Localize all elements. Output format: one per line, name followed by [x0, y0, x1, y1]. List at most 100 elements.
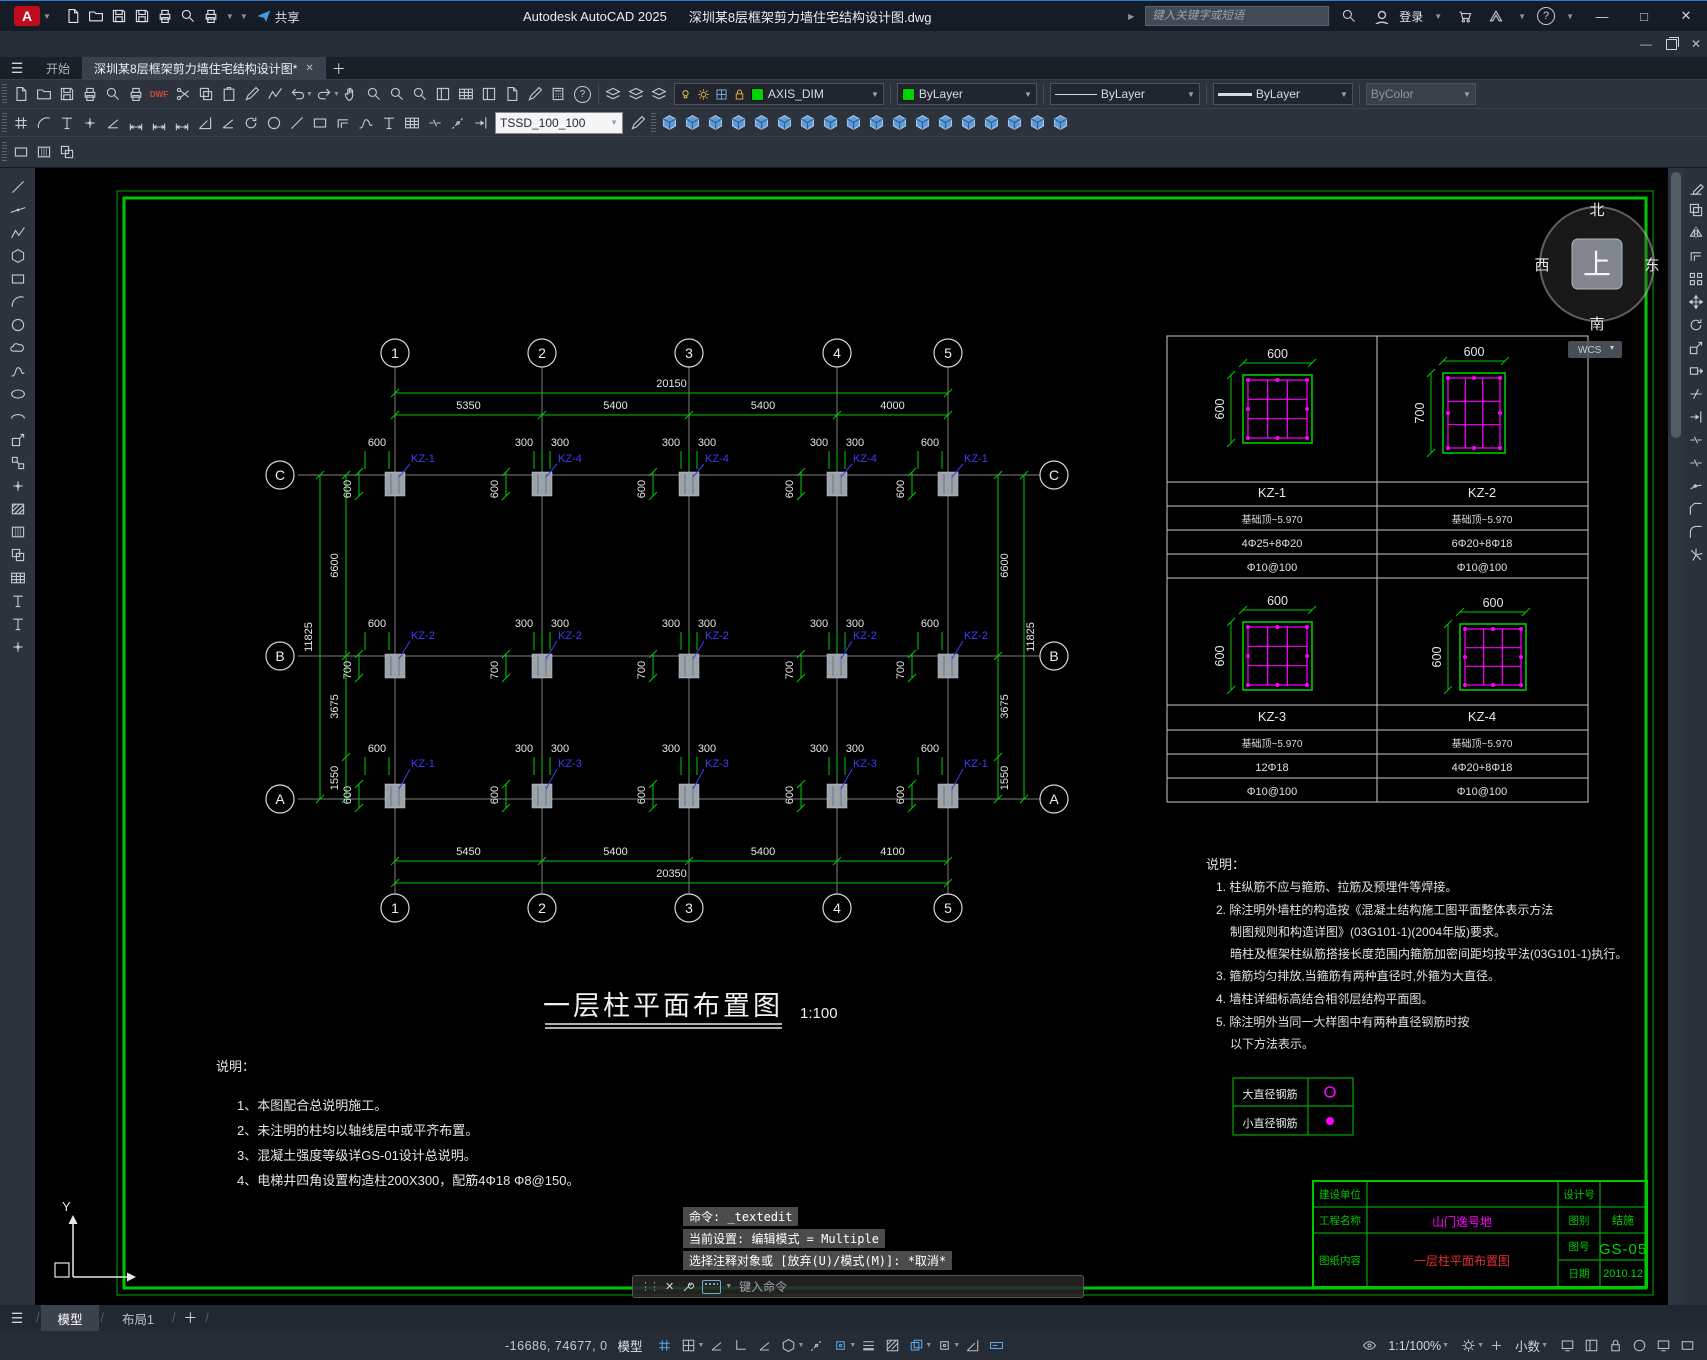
tssd-check-icon[interactable] — [1026, 112, 1049, 134]
dwf-icon[interactable]: DWF — [147, 83, 171, 105]
tssd-copy-icon[interactable] — [681, 112, 704, 134]
tssd-move-icon[interactable] — [658, 112, 681, 134]
dynamic-input-icon[interactable] — [984, 1335, 1008, 1357]
dynamic-ucs-icon[interactable] — [960, 1335, 984, 1357]
hamburger-menu-icon[interactable]: ☰ — [0, 57, 34, 79]
column-insert-icon[interactable] — [308, 112, 331, 134]
tab-close-icon[interactable]: ✕ — [305, 63, 313, 74]
dim-diameter-icon[interactable] — [262, 112, 285, 134]
layer-dropdown[interactable]: AXIS_DIM ▼ — [674, 83, 884, 105]
polyline-icon[interactable] — [6, 222, 29, 244]
dim-continue-icon[interactable] — [147, 112, 170, 134]
new-icon[interactable] — [9, 83, 32, 105]
redo-caret-icon[interactable]: ▼ — [333, 91, 340, 98]
compass-south-label[interactable]: 南 — [1589, 316, 1604, 333]
layer-isolate-icon[interactable] — [648, 83, 671, 105]
tssd-export-icon[interactable] — [1049, 112, 1072, 134]
command-recent-caret-icon[interactable]: ▼ — [725, 1283, 732, 1290]
doc-close-button[interactable]: ✕ — [1691, 37, 1701, 51]
wall-line-icon[interactable] — [331, 112, 354, 134]
annotation-autoscale-icon[interactable] — [1484, 1335, 1508, 1357]
spline-icon[interactable] — [6, 360, 29, 382]
maximize-button[interactable]: □ — [1623, 1, 1665, 31]
point-icon[interactable] — [6, 475, 29, 497]
tssd-rotate-icon[interactable] — [796, 112, 819, 134]
tab-model[interactable]: 模型 — [41, 1305, 98, 1331]
dim-baseline-icon[interactable] — [170, 112, 193, 134]
plot-preview-icon[interactable] — [101, 83, 124, 105]
new-layout-button[interactable]: ＋ — [177, 1308, 203, 1328]
open-icon[interactable] — [32, 83, 55, 105]
layer-states-icon[interactable] — [625, 83, 648, 105]
ellipse-arc-icon[interactable] — [6, 406, 29, 428]
tssd-paste-icon[interactable] — [704, 112, 727, 134]
trim-icon[interactable] — [1684, 383, 1707, 405]
layer-on-bulb-icon[interactable] — [679, 87, 693, 101]
plot-icon[interactable] — [154, 5, 177, 27]
tab-document[interactable]: 深圳某8层框架剪力墙住宅结构设计图* ✕ — [82, 57, 326, 79]
gradient-icon[interactable] — [6, 521, 29, 543]
beam-line-icon[interactable] — [285, 112, 308, 134]
command-line-bar[interactable]: ⋮⋮ ✕ ▼ 键入命令 — [632, 1275, 1084, 1298]
command-bar-grip[interactable]: ⋮⋮ — [640, 1280, 658, 1293]
search-icon[interactable] — [1337, 5, 1360, 27]
revision-cloud-icon[interactable] — [6, 337, 29, 359]
coord-label-icon[interactable] — [78, 112, 101, 134]
dim-radius-icon[interactable] — [239, 112, 262, 134]
layer-unlock-icon[interactable] — [733, 87, 747, 101]
dim-angular-icon[interactable] — [216, 112, 239, 134]
compass-west-label[interactable]: 西 — [1534, 257, 1549, 274]
close-button[interactable]: ✕ — [1665, 1, 1707, 31]
application-menu-button[interactable]: A — [14, 6, 40, 26]
workspace-caret-icon[interactable]: ▼ — [1477, 1342, 1484, 1349]
elevation-symbol-icon[interactable] — [446, 112, 469, 134]
tab-start[interactable]: 开始 — [34, 57, 82, 79]
annotation-monitor-icon[interactable] — [1555, 1335, 1579, 1357]
transparency-icon[interactable] — [880, 1335, 904, 1357]
autodesk-caret-icon[interactable]: ▼ — [1518, 12, 1526, 21]
tssd-layer-icon[interactable] — [957, 112, 980, 134]
rotate-icon[interactable] — [1684, 314, 1707, 336]
save-icon[interactable] — [108, 5, 131, 27]
edit-polyline-icon[interactable] — [263, 83, 286, 105]
text-write-icon[interactable] — [377, 112, 400, 134]
copy-icon[interactable] — [1684, 199, 1707, 221]
create-block-icon[interactable] — [6, 452, 29, 474]
color-dropdown-caret-icon[interactable]: ▼ — [1024, 90, 1032, 99]
tssd-wipe-icon[interactable] — [911, 112, 934, 134]
markup-icon[interactable] — [524, 83, 547, 105]
selection-cycling-caret-icon[interactable]: ▼ — [925, 1342, 932, 1349]
search-arrow-icon[interactable]: ▶ — [1128, 12, 1134, 21]
object-snap-2d-caret-icon[interactable]: ▼ — [849, 1342, 856, 1349]
circle-icon[interactable] — [6, 314, 29, 336]
chamfer-icon[interactable] — [1684, 498, 1707, 520]
command-input-prompt[interactable]: 键入命令 — [739, 1278, 787, 1295]
polygon-icon[interactable] — [6, 245, 29, 267]
tssd-plus-icon[interactable] — [980, 112, 1003, 134]
lock-ui-icon[interactable] — [1603, 1335, 1627, 1357]
break-at-point-icon[interactable] — [1684, 429, 1707, 451]
isometric-drafting-caret-icon[interactable]: ▼ — [797, 1342, 804, 1349]
batch-plot-icon[interactable] — [124, 83, 147, 105]
zoom-previous-icon[interactable] — [409, 83, 432, 105]
axis-arc-icon[interactable] — [32, 112, 55, 134]
tab-layout1[interactable]: 布局1 — [106, 1305, 170, 1331]
copy-icon[interactable] — [194, 83, 217, 105]
tssd-grip-icon[interactable] — [750, 112, 773, 134]
dim-ordinate-icon[interactable] — [193, 112, 216, 134]
tssd-arc-icon[interactable] — [888, 112, 911, 134]
new-tab-button[interactable]: ＋ — [326, 59, 352, 79]
pan-icon[interactable] — [340, 83, 363, 105]
axis-number-icon[interactable] — [55, 112, 78, 134]
new-icon[interactable] — [62, 5, 85, 27]
linetype-dropdown-caret-icon[interactable]: ▼ — [1187, 90, 1195, 99]
lineweight-display-icon[interactable] — [856, 1335, 880, 1357]
fillet-icon[interactable] — [1684, 521, 1707, 543]
qat-customize-caret-icon[interactable]: ▼ — [240, 12, 248, 21]
join-icon[interactable] — [1684, 475, 1707, 497]
layer-thaw-sun-icon[interactable] — [697, 87, 711, 101]
match-properties-icon[interactable] — [240, 83, 263, 105]
help-caret-icon[interactable]: ▼ — [1566, 12, 1574, 21]
quick-calc-icon[interactable] — [547, 83, 570, 105]
image-attach-icon[interactable] — [32, 141, 55, 163]
